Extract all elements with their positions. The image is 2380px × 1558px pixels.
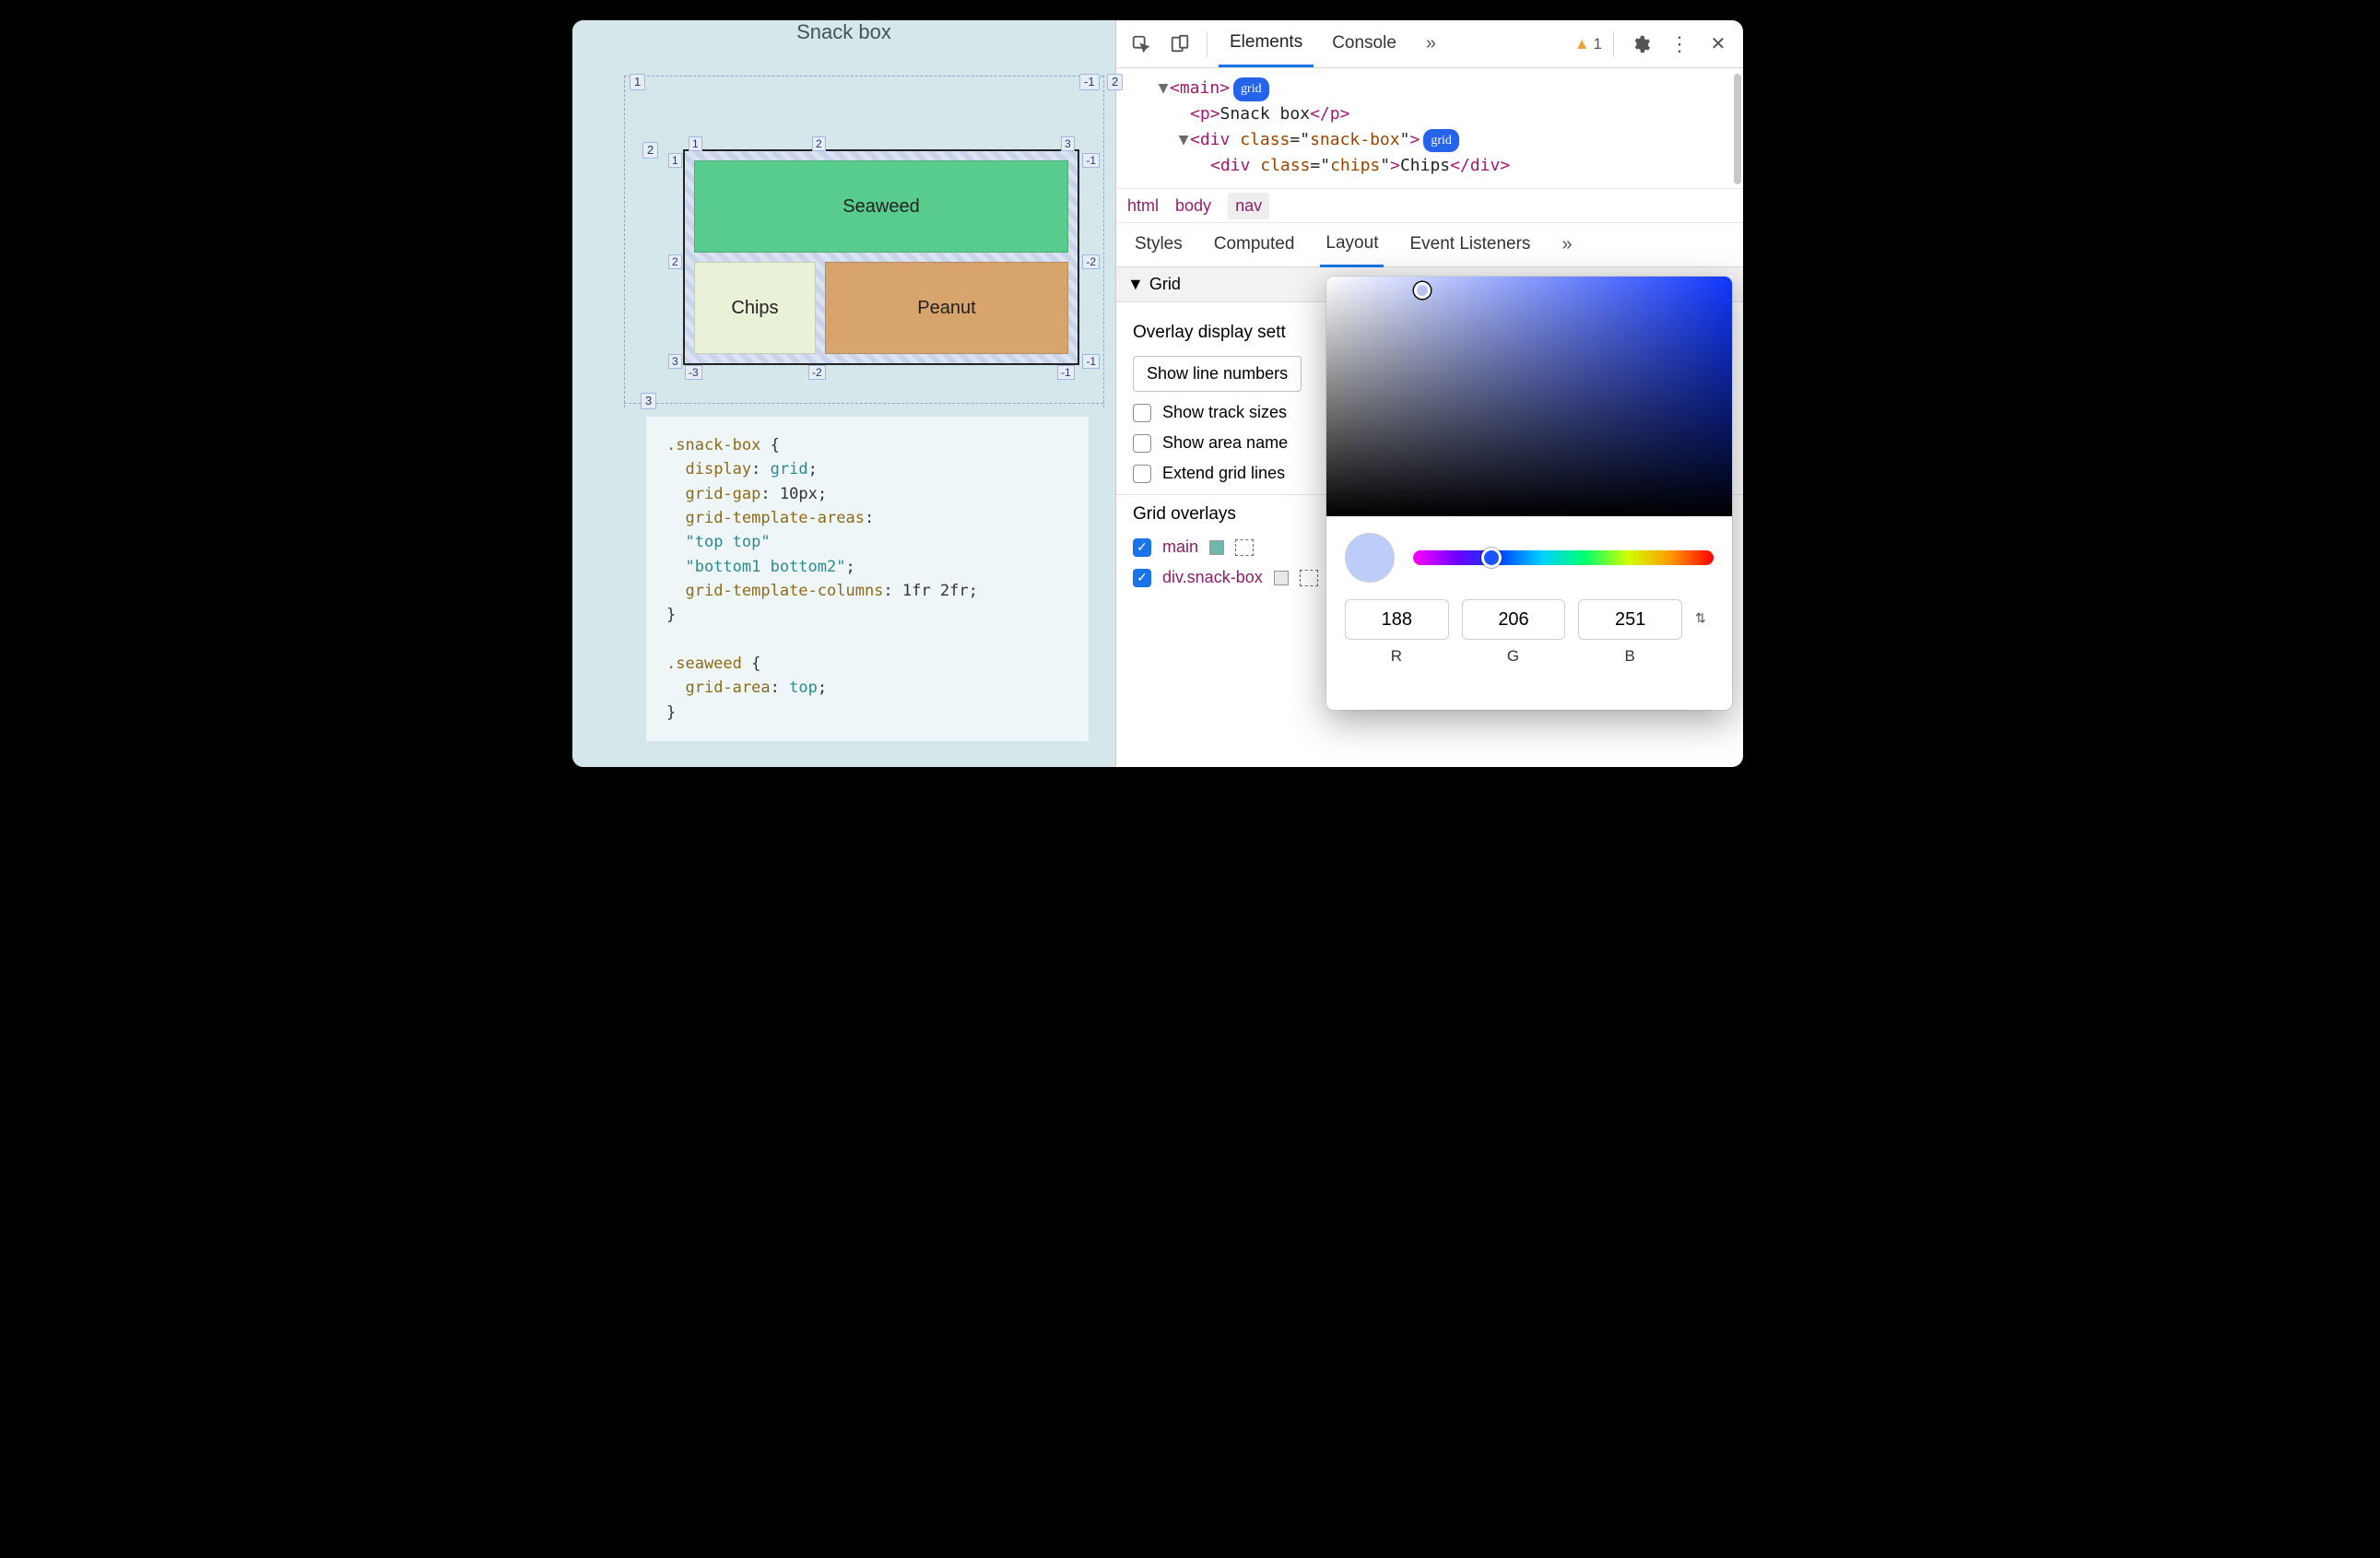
checkbox-overlay-snackbox[interactable]: ✓ — [1133, 569, 1151, 587]
page-title: Snack box — [572, 20, 1115, 44]
row-tick: -1 — [1082, 153, 1100, 168]
input-r[interactable]: 188 — [1345, 599, 1449, 640]
subtab-layout[interactable]: Layout — [1320, 223, 1384, 267]
overlay-item-main[interactable]: main — [1162, 537, 1198, 557]
sv-cursor[interactable] — [1414, 282, 1431, 299]
warning-badge[interactable]: ▲ 1 — [1574, 35, 1602, 53]
overlay-item-snackbox[interactable]: div.snack-box — [1162, 568, 1263, 587]
row-tick: 3 — [668, 354, 682, 369]
dom-tree[interactable]: ▼<main>grid <p>Snack box</p> ▼<div class… — [1116, 68, 1743, 188]
overlay-swatch-snackbox[interactable] — [1274, 571, 1289, 585]
warning-count: 1 — [1594, 35, 1602, 53]
tab-console[interactable]: Console — [1321, 22, 1408, 65]
grid-line-h — [624, 76, 1103, 77]
grid-cell-chips: Chips — [694, 262, 816, 354]
label-extend-lines: Extend grid lines — [1162, 464, 1285, 483]
grid-badge[interactable]: grid — [1233, 77, 1269, 101]
label-g: G — [1462, 647, 1566, 666]
overlay-highlight-icon[interactable] — [1300, 570, 1318, 586]
grid-cell-seaweed: Seaweed — [694, 160, 1068, 253]
input-g[interactable]: 206 — [1462, 599, 1566, 640]
grid-label: -1 — [1079, 74, 1100, 90]
grid-label: 1 — [630, 74, 645, 90]
col-tick: -2 — [808, 365, 826, 380]
col-tick: 1 — [689, 136, 702, 151]
styles-subtabs: Styles Computed Layout Event Listeners » — [1116, 223, 1743, 267]
warning-icon: ▲ — [1574, 35, 1590, 53]
input-b[interactable]: 251 — [1578, 599, 1682, 640]
page-preview: 1 -1 2 3 2 Snack box 1 2 3 1 2 3 -1 -2 -… — [572, 20, 1116, 767]
subtab-listeners[interactable]: Event Listeners — [1404, 224, 1536, 266]
row-tick: 2 — [668, 254, 682, 269]
css-code-block: .snack-box { display: grid; grid-gap: 10… — [646, 417, 1089, 741]
col-tick: -1 — [1057, 365, 1075, 380]
grid-cell-peanut: Peanut — [825, 262, 1068, 354]
label-area-names: Show area name — [1162, 433, 1288, 453]
checkbox-track-sizes[interactable] — [1133, 404, 1151, 422]
row-tick: -1 — [1082, 354, 1100, 369]
subtabs-overflow-icon[interactable]: » — [1556, 224, 1577, 266]
subtab-computed[interactable]: Computed — [1208, 224, 1301, 266]
grid-line-v — [1103, 76, 1104, 407]
device-toggle-icon[interactable] — [1164, 29, 1196, 60]
subtab-styles[interactable]: Styles — [1129, 224, 1188, 266]
devtools-toolbar: Elements Console » ▲ 1 ⋮ ✕ — [1116, 20, 1743, 68]
color-preview-swatch[interactable] — [1345, 533, 1395, 583]
chevron-down-icon: ▼ — [1127, 275, 1144, 294]
grid-section-title: Grid — [1149, 275, 1181, 294]
grid-line-h — [624, 403, 1103, 404]
row-tick: 1 — [668, 153, 682, 168]
crumb-html[interactable]: html — [1127, 196, 1159, 216]
grid-label: 3 — [641, 393, 656, 409]
breadcrumb: html body nav — [1116, 188, 1743, 223]
snack-box-grid: Seaweed Chips Peanut — [683, 149, 1079, 365]
scrollbar[interactable] — [1734, 74, 1741, 184]
row-tick: -2 — [1082, 254, 1100, 269]
hue-slider[interactable] — [1413, 550, 1714, 565]
col-tick: -3 — [685, 365, 702, 380]
col-tick: 2 — [812, 136, 826, 151]
snack-box-container: 1 2 3 1 2 3 -1 -2 -1 -3 -2 -1 Seaweed Ch… — [683, 149, 1079, 365]
label-track-sizes: Show track sizes — [1162, 403, 1287, 422]
sv-plane[interactable] — [1326, 277, 1732, 516]
line-numbers-dropdown[interactable]: Show line numbers — [1133, 356, 1302, 392]
col-tick: 3 — [1061, 136, 1075, 151]
crumb-body[interactable]: body — [1175, 196, 1211, 216]
label-r: R — [1345, 647, 1449, 666]
checkbox-extend-lines[interactable] — [1133, 465, 1151, 483]
crumb-nav[interactable]: nav — [1228, 193, 1269, 219]
inspect-icon[interactable] — [1125, 29, 1157, 60]
tab-elements[interactable]: Elements — [1219, 21, 1314, 67]
kebab-icon[interactable]: ⋮ — [1664, 29, 1695, 60]
checkbox-area-names[interactable] — [1133, 434, 1151, 453]
grid-badge[interactable]: grid — [1423, 129, 1459, 153]
checkbox-overlay-main[interactable]: ✓ — [1133, 538, 1151, 557]
overlay-swatch-main[interactable] — [1209, 540, 1224, 555]
gear-icon[interactable] — [1625, 29, 1656, 60]
close-icon[interactable]: ✕ — [1703, 29, 1734, 60]
label-b: B — [1578, 647, 1682, 666]
grid-label: 2 — [642, 142, 658, 159]
color-picker-popover: 188 R 206 G 251 B ⇅ — [1326, 277, 1732, 710]
hue-thumb[interactable] — [1481, 548, 1502, 568]
color-mode-toggle-icon[interactable]: ⇅ — [1695, 599, 1714, 626]
grid-line-v — [624, 76, 625, 407]
overlay-highlight-icon[interactable] — [1235, 539, 1254, 556]
tabs-overflow-icon[interactable]: » — [1415, 22, 1447, 66]
